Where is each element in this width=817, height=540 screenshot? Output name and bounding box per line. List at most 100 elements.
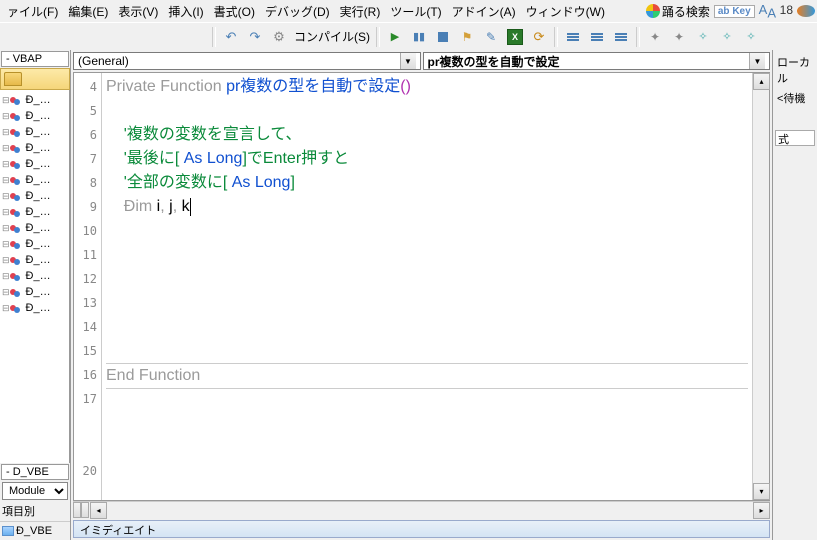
scroll-down-button[interactable]: ▾ — [753, 483, 770, 500]
play-icon: ▶ — [391, 30, 399, 43]
odoru-icon — [646, 4, 660, 18]
spark-icon: ✧ — [698, 30, 707, 43]
stop-icon — [438, 32, 448, 42]
toolbar: ↶ ↷ ⚙ コンパイル(S) ▶ ▮▮ ⚑ ✎ X ⟳ ✦ ✦ ✧ ✧ ✧ — [0, 22, 817, 50]
menu-edit[interactable]: 編集(E) — [63, 1, 113, 22]
tree-item[interactable]: ⊟Đ_… — [0, 140, 69, 156]
redo-button[interactable]: ↷ — [244, 26, 266, 48]
tree-item[interactable]: ⊟Đ_… — [0, 268, 69, 284]
module-icon — [10, 222, 24, 234]
refresh-icon: ⟳ — [534, 29, 545, 45]
menu-run[interactable]: 実行(R) — [335, 1, 386, 22]
module-icon — [10, 238, 24, 250]
excel-button[interactable]: X — [504, 26, 526, 48]
compile-button[interactable]: ⚙ — [268, 26, 290, 48]
undo-icon: ↶ — [226, 29, 237, 45]
wand3-button[interactable]: ✧ — [692, 26, 714, 48]
run-button[interactable]: ▶ — [384, 26, 406, 48]
section-header[interactable]: 項目別 — [0, 501, 70, 522]
scroll-up-button[interactable]: ▴ — [753, 73, 770, 90]
module-icon — [10, 174, 24, 186]
pencil-icon: ✎ — [486, 30, 496, 44]
redo-icon: ↷ — [250, 29, 261, 45]
chevron-down-icon: ▼ — [400, 53, 416, 69]
code-editor[interactable]: 456789101112131415161720 Private Functio… — [73, 72, 770, 501]
compile-label[interactable]: コンパイル(S) — [292, 28, 372, 45]
menu-addin[interactable]: アドイン(A) — [447, 1, 521, 22]
line-number: 11 — [74, 243, 101, 267]
chevron-down-icon: ▼ — [749, 53, 765, 69]
locals-panel: ローカル <待機 式 — [772, 50, 817, 540]
tree-item[interactable]: ⊟Đ_… — [0, 284, 69, 300]
code-area[interactable]: Private Function pr複数の型を自動で設定() '複数の変数を宣… — [102, 73, 752, 500]
module-icon — [10, 110, 24, 122]
tree-item[interactable]: ⊟Đ_… — [0, 220, 69, 236]
tree-item[interactable]: ⊟Đ_… — [0, 236, 69, 252]
module-icon — [10, 206, 24, 218]
module-icon — [10, 254, 24, 266]
tree-item[interactable]: ⊟Đ_… — [0, 300, 69, 316]
scroll-right-button[interactable]: ▸ — [753, 502, 770, 519]
tree-item[interactable]: ⊟Đ_… — [0, 172, 69, 188]
pause-button[interactable]: ▮▮ — [408, 26, 430, 48]
module-icon — [10, 94, 24, 106]
wand5-button[interactable]: ✧ — [740, 26, 762, 48]
menu-view[interactable]: 表示(V) — [113, 1, 163, 22]
edit-button[interactable]: ✎ — [480, 26, 502, 48]
indent-button[interactable] — [562, 26, 584, 48]
excel-icon: X — [507, 29, 523, 45]
menu-debug[interactable]: デバッグ(D) — [260, 1, 335, 22]
font-size-indicator[interactable]: AA 18 — [759, 2, 793, 21]
tree-item[interactable]: ⊟Đ_… — [0, 188, 69, 204]
menu-format[interactable]: 書式(O) — [209, 1, 260, 22]
tree-item[interactable]: ⊟Đ_… — [0, 92, 69, 108]
tree-item[interactable]: ⊟Đ_… — [0, 108, 69, 124]
module-icon — [10, 158, 24, 170]
line-number: 7 — [74, 147, 101, 171]
line-number: 17 — [74, 387, 101, 411]
wand1-button[interactable]: ✦ — [644, 26, 666, 48]
tree-item[interactable]: ⊟Đ_… — [0, 252, 69, 268]
gear-icon: ⚙ — [273, 29, 285, 45]
flag-icon: ⚑ — [462, 30, 473, 44]
indent-icon — [567, 33, 579, 41]
horizontal-scrollbar[interactable]: ◂ ▸ — [73, 501, 770, 518]
outdent-button[interactable] — [586, 26, 608, 48]
tree-item[interactable]: ⊟Đ_… — [0, 156, 69, 172]
menubar: ァイル(F) 編集(E) 表示(V) 挿入(I) 書式(O) デバッグ(D) 実… — [0, 0, 817, 22]
odoru-search[interactable]: 踊る検索 — [646, 3, 710, 20]
menu-file[interactable]: ァイル(F) — [2, 1, 63, 22]
module-icon — [10, 270, 24, 282]
refresh-button[interactable]: ⟳ — [528, 26, 550, 48]
object-type-combo[interactable]: Module — [2, 482, 68, 500]
undo-button[interactable]: ↶ — [220, 26, 242, 48]
folder-toolbar[interactable] — [0, 68, 70, 90]
line-number: 6 — [74, 123, 101, 147]
immediate-window-header[interactable]: イミディエイト — [73, 520, 770, 538]
vertical-scrollbar[interactable]: ▴ ▾ — [752, 73, 769, 500]
project-item[interactable]: Đ_VBE — [0, 522, 70, 540]
tree-item[interactable]: ⊟Đ_… — [0, 124, 69, 140]
breakpoint-button[interactable]: ⚑ — [456, 26, 478, 48]
procedure-dropdown[interactable]: pr複数の型を自動で設定 ▼ — [423, 52, 771, 70]
menu-tools[interactable]: ツール(T) — [385, 1, 446, 22]
line-number: 13 — [74, 291, 101, 315]
tab-dvbe[interactable]: - D_VBE — [1, 464, 69, 480]
scroll-left-button[interactable]: ◂ — [90, 502, 107, 519]
wand2-button[interactable]: ✦ — [668, 26, 690, 48]
key-indicator[interactable]: ab Key — [714, 5, 755, 18]
infinity-icon[interactable] — [797, 5, 815, 17]
object-dropdown[interactable]: (General) ▼ — [73, 52, 421, 70]
expression-header[interactable]: 式 — [775, 130, 815, 146]
project-tree[interactable]: ⊟Đ_…⊟Đ_…⊟Đ_…⊟Đ_…⊟Đ_…⊟Đ_…⊟Đ_…⊟Đ_…⊟Đ_…⊟Đ_…… — [0, 90, 70, 463]
view-split-buttons[interactable] — [73, 502, 90, 518]
wand4-button[interactable]: ✧ — [716, 26, 738, 48]
menu-window[interactable]: ウィンドウ(W) — [521, 1, 610, 22]
menu-insert[interactable]: 挿入(I) — [163, 1, 208, 22]
tab-vbap[interactable]: - VBAP — [1, 51, 69, 67]
tree-item[interactable]: ⊟Đ_… — [0, 204, 69, 220]
stop-button[interactable] — [432, 26, 454, 48]
line-number: 20 — [74, 459, 101, 483]
line-number: 14 — [74, 315, 101, 339]
list-button[interactable] — [610, 26, 632, 48]
